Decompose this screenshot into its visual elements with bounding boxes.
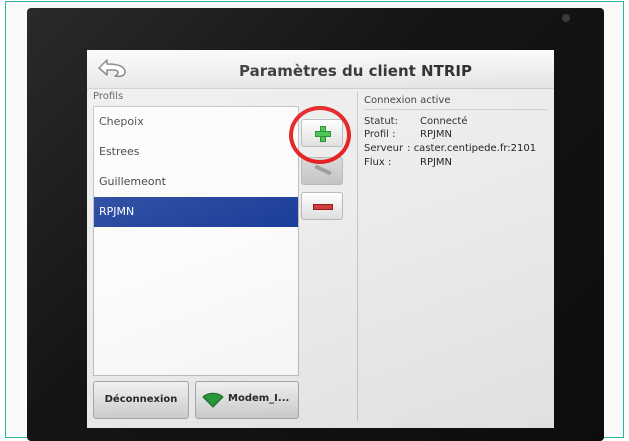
connection-title: Connexion active [364,95,451,106]
edit-icon [313,164,333,176]
profile-row: Profil : RPJMN [364,129,452,140]
minus-icon [313,204,333,210]
flux-value: RPJMN [420,157,453,168]
flux-row: Flux : RPJMN [364,157,452,168]
title-bar: Paramètres du client NTRIP [87,50,554,89]
delete-profile-button[interactable] [301,192,343,220]
profile-list[interactable]: Chepoix Estrees Guillemeont RPJMN [93,106,299,376]
wifi-icon [202,392,224,408]
page-title: Paramètres du client NTRIP [239,62,472,80]
connection-divider [364,109,547,110]
disconnect-button[interactable]: Déconnexion [93,381,189,419]
server-row: Serveur: caster.centipede.fr:2101 [364,143,536,154]
profile-item-estrees[interactable]: Estrees [94,137,298,167]
profile-label: Profil : [364,129,396,140]
status-row: Statut: Connecté [364,116,468,127]
server-label: Serveur [364,143,404,154]
modem-label: Modem_I... [228,393,290,404]
status-value: Connecté [420,116,468,127]
status-label: Statut: [364,116,398,127]
profiles-label: Profils [93,91,124,102]
profile-item-guillemeont[interactable]: Guillemeont [94,167,298,197]
modem-button[interactable]: Modem_I... [195,381,299,419]
device-screen: Paramètres du client NTRIP Profils Chepo… [87,50,554,428]
server-value: : caster.centipede.fr:2101 [407,143,537,154]
profile-item-chepoix[interactable]: Chepoix [94,107,298,137]
profile-item-rpjmn[interactable]: RPJMN [94,197,298,227]
active-connection-panel: Connexion active Statut: Connecté Profil … [357,91,554,421]
profile-value: RPJMN [420,129,453,140]
red-highlight-circle [289,106,351,164]
flux-label: Flux : [364,157,392,168]
bezel-sensor [562,14,570,22]
